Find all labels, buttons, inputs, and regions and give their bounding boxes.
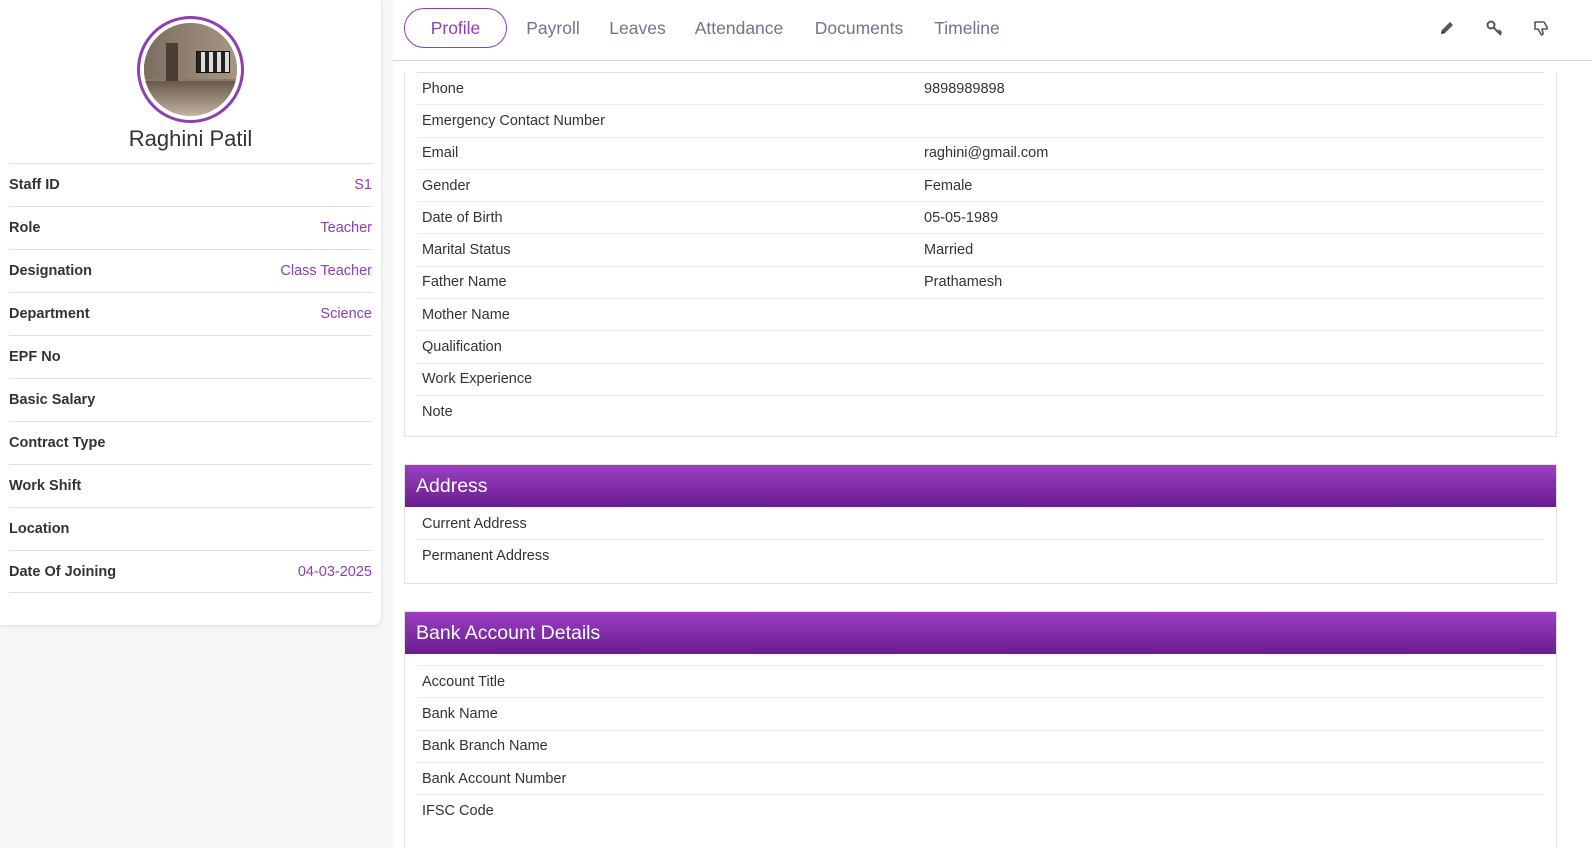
detail-label: Permanent Address [422, 548, 550, 565]
tab-attendance[interactable]: Attendance [689, 8, 789, 48]
info-row-staff-id: Staff ID S1 [9, 163, 372, 206]
info-row-designation: Designation Class Teacher [9, 249, 372, 292]
avatar-image [144, 23, 237, 116]
address-section-title: Address [405, 465, 1556, 507]
detail-value: 9898989898 [924, 80, 1005, 97]
detail-label: Phone [422, 80, 464, 97]
detail-row-bank-account-number: Bank Account Number [417, 763, 1544, 796]
info-label: Department [9, 306, 90, 322]
detail-row-account-title: Account Title [417, 666, 1544, 699]
staff-detail-panel: Profile Payroll Leaves Attendance Docume… [393, 0, 1592, 848]
detail-row-phone: Phone 9898989898 [417, 73, 1544, 106]
detail-label: Note [422, 404, 453, 421]
info-value: Science [320, 306, 372, 322]
detail-label: Email [422, 145, 459, 162]
key-icon[interactable] [1484, 18, 1504, 38]
tab-leaves[interactable]: Leaves [605, 8, 670, 48]
info-row-department: Department Science [9, 292, 372, 335]
detail-row-emergency-contact: Emergency Contact Number [417, 105, 1544, 138]
detail-label: Account Title [422, 673, 506, 690]
info-label: Role [9, 220, 41, 236]
info-label: Location [9, 521, 70, 537]
detail-row-ifsc-code: IFSC Code [417, 795, 1544, 827]
detail-label: Gender [422, 177, 471, 194]
info-value: Teacher [320, 220, 372, 236]
staff-info-list: Staff ID S1 Role Teacher Designation Cla… [9, 163, 372, 593]
thumbs-down-icon[interactable] [1531, 18, 1551, 38]
info-value: 04-03-2025 [297, 563, 372, 580]
address-section: Address Current Address Permanent Addres… [404, 464, 1557, 584]
info-row-work-shift: Work Shift [9, 464, 372, 507]
detail-value: raghini@gmail.com [924, 145, 1049, 162]
info-label: Staff ID [9, 177, 60, 193]
detail-label: Date of Birth [422, 209, 503, 226]
detail-row-date-of-birth: Date of Birth 05-05-1989 [417, 202, 1544, 235]
info-row-epf-no: EPF No [9, 335, 372, 378]
detail-label: Mother Name [422, 306, 510, 323]
detail-value: Female [924, 177, 973, 194]
pencil-icon[interactable] [1437, 18, 1457, 38]
detail-row-email: Email raghini@gmail.com [417, 138, 1544, 170]
detail-label: Marital Status [422, 242, 511, 259]
tab-bar: Profile Payroll Leaves Attendance Docume… [393, 0, 1592, 61]
info-row-role: Role Teacher [9, 206, 372, 249]
detail-row-bank-name: Bank Name [417, 698, 1544, 731]
tab-documents[interactable]: Documents [809, 8, 909, 48]
detail-row-father-name: Father Name Prathamesh [417, 267, 1544, 300]
detail-label: Father Name [422, 274, 507, 291]
info-row-basic-salary: Basic Salary [9, 378, 372, 421]
detail-value: Prathamesh [924, 274, 1003, 291]
detail-row-mother-name: Mother Name [417, 299, 1544, 332]
detail-row-gender: Gender Female [417, 170, 1544, 203]
detail-label: Bank Name [422, 705, 498, 722]
detail-label: Bank Branch Name [422, 738, 548, 755]
bank-section-title: Bank Account Details [405, 612, 1556, 654]
detail-label: Emergency Contact Number [422, 112, 605, 129]
detail-row-current-address: Current Address [417, 508, 1544, 541]
tab-profile[interactable]: Profile [404, 8, 507, 48]
personal-details-section: Phone 9898989898 Emergency Contact Numbe… [404, 72, 1557, 437]
detail-label: IFSC Code [422, 803, 494, 820]
detail-row-marital-status: Marital Status Married [417, 234, 1544, 267]
info-label: EPF No [9, 349, 61, 365]
detail-row-work-experience: Work Experience [417, 364, 1544, 396]
info-label: Work Shift [9, 478, 82, 494]
detail-value: Married [924, 242, 974, 259]
staff-profile-card: Raghini Patil Staff ID S1 Role Teacher D… [0, 0, 381, 625]
detail-value: 05-05-1989 [924, 209, 999, 226]
detail-label: Work Experience [422, 371, 533, 388]
detail-row-note: Note [417, 396, 1544, 428]
info-row-date-of-joining: Date Of Joining 04-03-2025 [9, 550, 372, 593]
info-value: Class Teacher [280, 263, 372, 279]
tab-timeline[interactable]: Timeline [927, 8, 1007, 48]
detail-row-permanent-address: Permanent Address [417, 540, 1544, 572]
detail-label: Current Address [422, 515, 527, 532]
info-value: S1 [354, 177, 372, 193]
bank-details-section: Bank Account Details Account Title Bank … [404, 611, 1557, 848]
avatar [137, 16, 244, 123]
detail-label: Qualification [422, 339, 502, 356]
info-row-location: Location [9, 507, 372, 550]
info-label: Basic Salary [9, 392, 96, 408]
tab-payroll[interactable]: Payroll [519, 8, 587, 48]
info-row-contract-type: Contract Type [9, 421, 372, 464]
detail-row-bank-branch-name: Bank Branch Name [417, 731, 1544, 763]
info-label: Designation [9, 263, 92, 279]
detail-label: Bank Account Number [422, 770, 567, 787]
info-label: Contract Type [9, 435, 106, 451]
detail-row-qualification: Qualification [417, 331, 1544, 364]
staff-name: Raghini Patil [128, 126, 253, 151]
scrollbar[interactable] [1582, 61, 1592, 848]
info-label: Date Of Joining [9, 563, 117, 580]
